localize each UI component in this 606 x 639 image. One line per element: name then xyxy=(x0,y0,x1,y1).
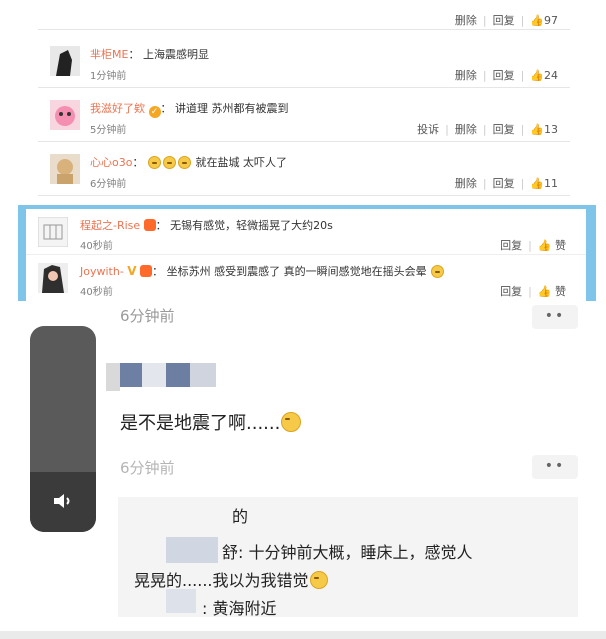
comment-row-partial: 删除 | 回复 | 👍97 xyxy=(38,0,570,30)
like-button[interactable]: 👍 赞 xyxy=(538,285,566,298)
comment-actions: 删除 | 回复 | 👍24 xyxy=(454,69,558,82)
like-button[interactable]: 👍11 xyxy=(530,177,558,190)
thumb-up-icon: 👍 xyxy=(530,123,544,136)
comment-panel-framed: 程起之-Rise ： 无锡有感觉，轻微摇晃了大约20s 40秒前 回复 | 👍 赞 … xyxy=(18,205,596,301)
comment-item: 我滋好了欸 ✓： 讲道理 苏州都有被震到 5分钟前 投诉 | 删除 | 回复 | 👍13 xyxy=(38,88,570,142)
fire-badge-icon xyxy=(140,265,153,277)
pixelated-name xyxy=(120,363,142,387)
comment-text: 无锡有感觉，轻微摇晃了大约20s xyxy=(170,219,333,232)
reply-link[interactable]: 回复 xyxy=(493,123,515,136)
comment-author[interactable]: 我滋好了欸 xyxy=(90,102,145,115)
pixelated-avatar xyxy=(106,363,120,391)
like-button[interactable]: 👍 赞 xyxy=(538,239,566,252)
comment-time: 40秒前 xyxy=(80,287,113,298)
like-button[interactable]: 👍97 xyxy=(530,14,558,27)
comment-actions: 回复 | 👍 赞 xyxy=(500,285,566,298)
comment-author[interactable]: Joywith- xyxy=(80,265,124,278)
comment-author[interactable]: 心心o3o xyxy=(90,156,132,169)
comment-item: Joywith- V ： 坐标苏州 感受到震感了 真的一瞬间感觉地在摇头会晕 4… xyxy=(26,255,586,301)
comment-time: 1分钟前 xyxy=(90,71,127,82)
avatar[interactable] xyxy=(50,100,80,130)
reply-link[interactable]: 回复 xyxy=(493,14,515,27)
post-text: 是不是地震了啊...... xyxy=(120,409,302,435)
speaker-icon xyxy=(54,494,70,508)
emoji-icon xyxy=(309,571,328,589)
delete-link[interactable]: 删除 xyxy=(455,177,477,190)
emoji-icon xyxy=(281,412,302,432)
report-link[interactable]: 投诉 xyxy=(417,123,439,136)
vip-badge-icon: V xyxy=(127,264,137,278)
emoji-icon xyxy=(177,156,191,169)
thumb-up-icon: 👍 xyxy=(537,239,552,252)
like-count: 11 xyxy=(544,177,558,190)
reply-link[interactable]: 回复 xyxy=(493,69,515,82)
like-count: 13 xyxy=(544,123,558,136)
divider xyxy=(0,631,606,639)
comment-time: 5分钟前 xyxy=(90,125,127,136)
comment-text: 坐标苏州 感受到震感了 真的一瞬间感觉地在摇头会晕 xyxy=(166,265,427,278)
comment-time: 40秒前 xyxy=(80,241,113,252)
delete-link[interactable]: 删除 xyxy=(455,14,477,27)
comment-actions: 删除 | 回复 | 👍97 xyxy=(454,14,558,27)
comment-item: 程起之-Rise ： 无锡有感觉，轻微摇晃了大约20s 40秒前 回复 | 👍 赞 xyxy=(26,209,586,255)
thumb-up-icon: 👍 xyxy=(537,285,552,298)
weibo-comment-list: 删除 | 回复 | 👍97 芈柜ME： 上海震感明显 1分钟前 删除 | 回复 | 👍24 我滋… xyxy=(38,0,570,198)
thumb-up-icon: 👍 xyxy=(530,177,544,190)
like-count: 97 xyxy=(544,14,558,27)
vip-badge-icon: ✓ xyxy=(148,106,161,118)
comment-time: 6分钟前 xyxy=(90,179,127,190)
reply-link[interactable]: 回复 xyxy=(500,285,522,298)
like-count: 24 xyxy=(544,69,558,82)
comment-author[interactable]: 程起之-Rise xyxy=(80,219,140,232)
avatar[interactable] xyxy=(38,217,68,247)
like-button[interactable]: 👍13 xyxy=(530,123,558,136)
avatar[interactable] xyxy=(38,263,68,293)
avatar[interactable] xyxy=(50,154,80,184)
pixelated-name xyxy=(166,537,218,563)
quoted-comment: 的 舒: 十分钟前大概，睡床上，感觉人 晃晃的......我以为我错觉 : 黄海… xyxy=(118,497,578,618)
thumb-up-icon: 👍 xyxy=(530,14,544,27)
reply-link[interactable]: 回复 xyxy=(500,239,522,252)
comment-item: 芈柜ME： 上海震感明显 1分钟前 删除 | 回复 | 👍24 xyxy=(38,34,570,88)
post-time: 6分钟前 xyxy=(120,459,175,477)
comment-text: 上海震感明显 xyxy=(142,48,209,61)
comment-text: 就在盐城 太吓人了 xyxy=(195,156,287,169)
thumb-up-icon: 👍 xyxy=(530,69,544,82)
fire-badge-icon xyxy=(143,219,156,231)
like-button[interactable]: 👍24 xyxy=(530,69,558,82)
comment-actions: 删除 | 回复 | 👍11 xyxy=(454,177,558,190)
post-time: 6分钟前 xyxy=(120,307,175,325)
delete-link[interactable]: 删除 xyxy=(455,123,477,136)
emoji-icon xyxy=(147,156,161,169)
reply-link[interactable]: 回复 xyxy=(493,177,515,190)
pixelated-name xyxy=(166,589,196,613)
comment-author[interactable]: 芈柜ME xyxy=(90,48,128,61)
comment-actions: 回复 | 👍 赞 xyxy=(500,239,566,252)
comment-item: 心心o3o： 就在盐城 太吓人了 6分钟前 删除 | 回复 | 👍11 xyxy=(38,142,570,196)
emoji-icon xyxy=(431,265,445,278)
delete-link[interactable]: 删除 xyxy=(455,69,477,82)
more-button[interactable]: •• xyxy=(532,305,578,329)
avatar[interactable] xyxy=(50,46,80,76)
comment-actions: 投诉 | 删除 | 回复 | 👍13 xyxy=(417,123,558,136)
comment-text: 讲道理 苏州都有被震到 xyxy=(175,102,289,115)
volume-hud[interactable] xyxy=(30,326,96,532)
emoji-icon xyxy=(162,156,176,169)
more-button[interactable]: •• xyxy=(532,455,578,479)
